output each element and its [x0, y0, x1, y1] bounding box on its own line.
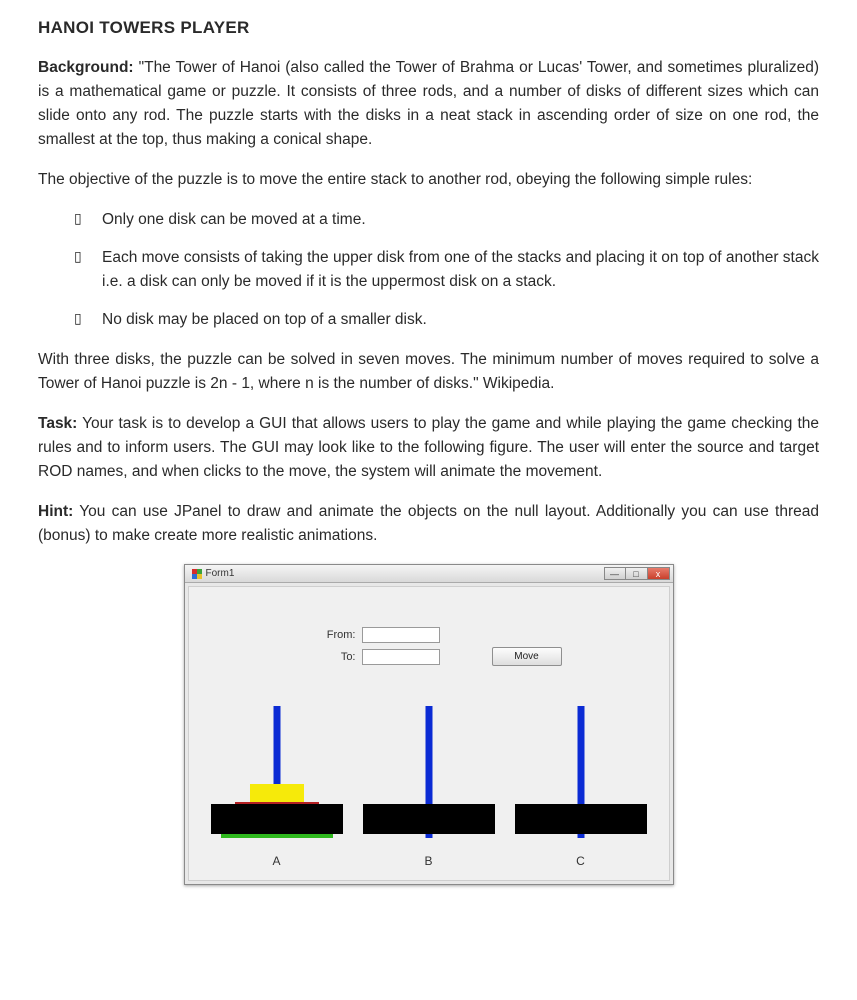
hint-paragraph: Hint: You can use JPanel to draw and ani…: [38, 500, 819, 548]
rule-item: Each move consists of taking the upper d…: [80, 246, 819, 294]
base-b: [363, 804, 495, 834]
disk-small: [250, 784, 304, 802]
to-label: To:: [197, 651, 362, 663]
tower-b: B: [363, 706, 495, 868]
from-label: From:: [197, 629, 362, 641]
task-text: Your task is to develop a GUI that allow…: [38, 415, 819, 480]
window-title: Form1: [206, 568, 235, 579]
rod-label-a: A: [272, 854, 280, 868]
client-area: From: To: Move A: [188, 586, 670, 881]
task-paragraph: Task: Your task is to develop a GUI that…: [38, 412, 819, 484]
tower-a: A: [211, 706, 343, 868]
app-window: Form1 — □ x From: To: Move: [184, 564, 674, 885]
rules-list: Only one disk can be moved at a time. Ea…: [38, 208, 819, 332]
maximize-button[interactable]: □: [626, 567, 648, 580]
to-input[interactable]: [362, 649, 440, 665]
tower-c: C: [515, 706, 647, 868]
base-a: [211, 804, 343, 834]
objective-intro: The objective of the puzzle is to move t…: [38, 168, 819, 192]
move-button[interactable]: Move: [492, 647, 562, 666]
rule-item: Only one disk can be moved at a time.: [80, 208, 819, 232]
hint-label: Hint:: [38, 503, 73, 520]
titlebar[interactable]: Form1 — □ x: [185, 565, 673, 583]
background-paragraph-1: Background: "The Tower of Hanoi (also ca…: [38, 56, 819, 152]
background-label: Background:: [38, 59, 134, 76]
base-c: [515, 804, 647, 834]
hint-text: You can use JPanel to draw and animate t…: [38, 503, 819, 544]
page-title: HANOI TOWERS PLAYER: [38, 18, 819, 38]
rule-item: No disk may be placed on top of a smalle…: [80, 308, 819, 332]
rod-label-b: B: [424, 854, 432, 868]
rod-label-c: C: [576, 854, 585, 868]
close-button[interactable]: x: [648, 567, 670, 580]
background-close: With three disks, the puzzle can be solv…: [38, 348, 819, 396]
background-text-1: "The Tower of Hanoi (also called the Tow…: [38, 59, 819, 148]
towers-stage: A B C: [197, 706, 661, 870]
app-icon: [192, 569, 202, 579]
minimize-button[interactable]: —: [604, 567, 626, 580]
from-input[interactable]: [362, 627, 440, 643]
task-label: Task:: [38, 415, 77, 432]
